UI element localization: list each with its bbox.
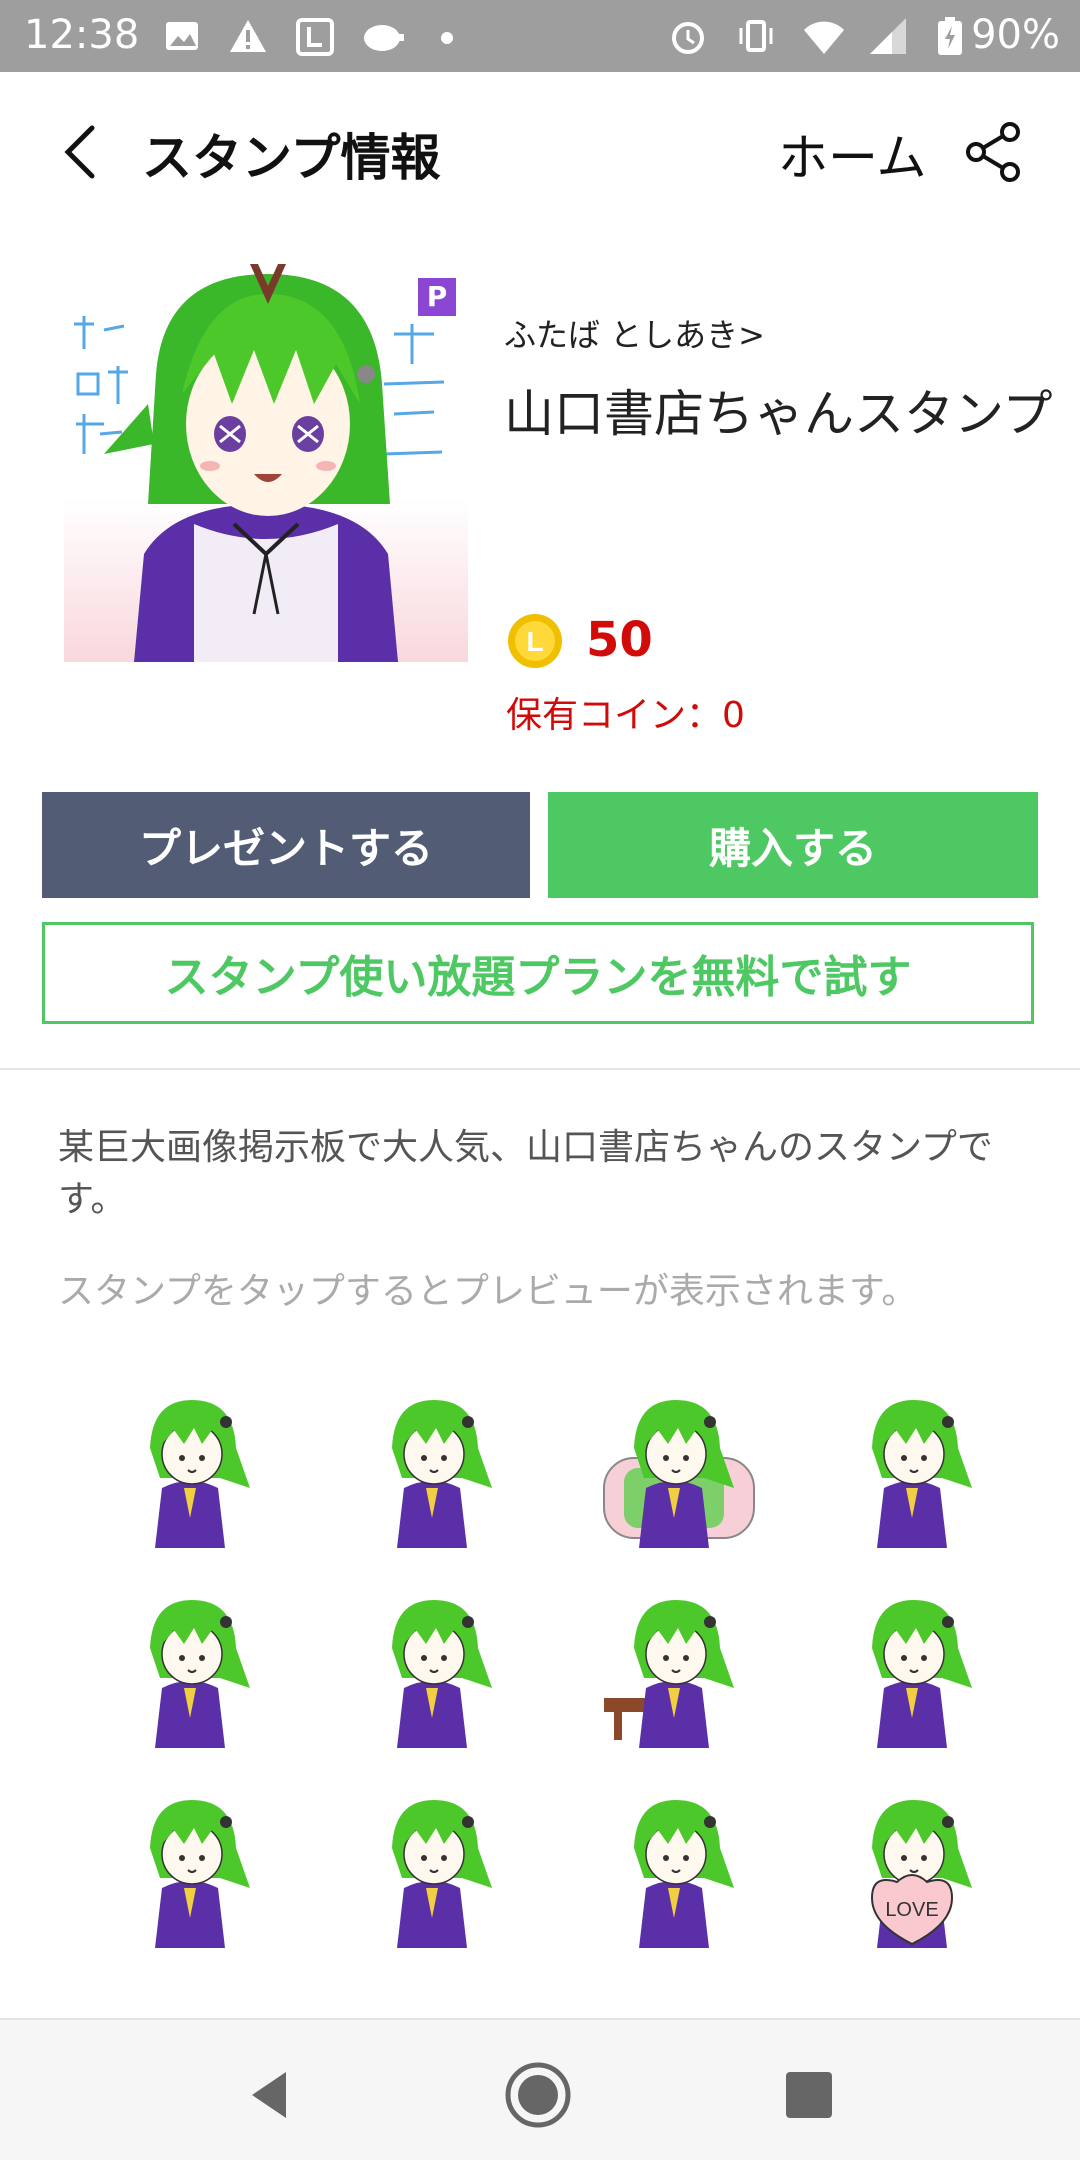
vibrate-icon (739, 20, 773, 52)
free-trial-button[interactable]: スタンプ使い放題プランを無料で試す (42, 922, 1034, 1024)
line-icon (296, 18, 334, 56)
coin-icon: L (508, 614, 562, 668)
app-header: スタンプ情報 ホーム (0, 72, 1080, 232)
battery-percent: 90% (971, 12, 1060, 58)
owned-coins: 保有コイン：0 (506, 695, 745, 736)
sticker-grid: LOVE (80, 1378, 1020, 1968)
sticker-love[interactable]: LOVE (822, 1778, 1002, 1958)
description: 某巨大画像掲示板で大人気、山口書店ちゃんのスタンプです。 (58, 1127, 993, 1220)
status-bar: 12:38 90% (0, 0, 1080, 72)
image-icon (166, 22, 198, 50)
premium-badge: P (418, 278, 456, 316)
sticker-praying[interactable] (100, 1578, 280, 1758)
wifi-icon (804, 21, 844, 55)
system-nav-bar (0, 2018, 1080, 2160)
sticker-main-image[interactable] (64, 254, 468, 662)
divider (0, 1068, 1080, 1070)
buy-button[interactable]: 購入する (548, 792, 1038, 898)
sticker-title: 山口書店ちゃんスタンプ (504, 385, 1053, 443)
sticker-sleeping[interactable] (584, 1378, 764, 1558)
battery-icon (938, 17, 962, 55)
sticker-dizzy[interactable] (822, 1578, 1002, 1758)
warning-icon (230, 20, 266, 52)
author-link[interactable]: ふたば としあき> (504, 310, 765, 356)
sticker-reading[interactable] (822, 1378, 1002, 1558)
love-heart-text: LOVE (885, 1899, 938, 1921)
nav-recents-icon[interactable] (776, 2062, 842, 2128)
sticker-drinking[interactable] (100, 1778, 280, 1958)
nav-back-icon[interactable] (236, 2062, 302, 2128)
sticker-greeting[interactable] (100, 1378, 280, 1558)
sticker-thinking[interactable] (584, 1778, 764, 1958)
page-title: スタンプ情報 (142, 129, 441, 187)
price: 50 (586, 612, 653, 668)
present-button[interactable]: プレゼントする (42, 792, 530, 898)
sticker-eating[interactable] (584, 1578, 764, 1758)
sticker-collapsed[interactable] (342, 1778, 522, 1958)
alarm-icon (672, 22, 704, 54)
chevron-left-icon[interactable] (52, 120, 112, 184)
home-link[interactable]: ホーム (778, 118, 927, 190)
status-time: 12:38 (24, 12, 140, 58)
signal-icon (870, 18, 906, 54)
piggy-icon (364, 25, 404, 51)
nav-home-icon[interactable] (505, 2062, 571, 2128)
dot-icon (441, 32, 453, 44)
coin-letter: L (526, 626, 543, 657)
sticker-angry[interactable] (342, 1378, 522, 1558)
preview-hint: スタンプをタップするとプレビューが表示されます。 (58, 1271, 918, 1312)
share-icon[interactable] (964, 122, 1024, 182)
sticker-cheering[interactable] (342, 1578, 522, 1758)
